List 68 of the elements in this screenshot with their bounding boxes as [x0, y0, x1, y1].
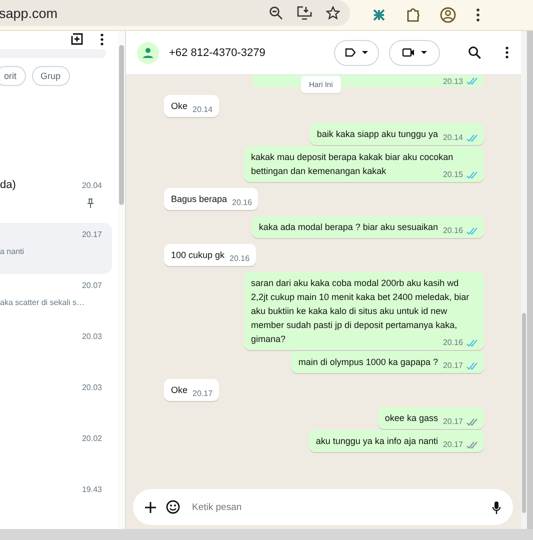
chat-time: 20.02 — [82, 434, 102, 443]
message-bubble: Oke 20.17 — [164, 379, 219, 401]
video-camera-icon — [402, 48, 415, 57]
chat-preview: aka scatter di sekali s… — [0, 298, 84, 306]
menu-icon[interactable] — [100, 32, 104, 46]
message-field[interactable]: Ketik pesan — [133, 489, 513, 525]
message-time: 20.14 — [442, 132, 463, 144]
message-time: 20.16 — [230, 253, 250, 265]
filter-chip[interactable]: orit — [0, 66, 26, 86]
menu-icon[interactable] — [476, 8, 480, 22]
message-time: 20.14 — [192, 104, 213, 116]
message-bubble: 100 cukup gk 20.16 — [164, 244, 256, 266]
new-chat-icon[interactable] — [70, 32, 84, 46]
chat-time: 20.17 — [82, 230, 102, 239]
message-bubble: Bagus berapa 20.16 — [164, 188, 258, 210]
filter-chip[interactable]: Grup — [32, 66, 70, 86]
label-button[interactable] — [334, 40, 379, 66]
chat-title: da) — [0, 179, 16, 191]
message-bubble: aku tunggu ya ka info aja nanti 20.17 — [308, 430, 484, 452]
scrollbar-thumb[interactable] — [119, 45, 124, 205]
message-input[interactable]: Ketik pesan — [190, 500, 482, 514]
message-time: 20.16 — [232, 197, 252, 209]
chat-time: 20.03 — [82, 383, 102, 392]
sticker-icon[interactable] — [166, 500, 180, 514]
message-time: 20.17 — [442, 416, 463, 428]
chat-list-item[interactable]: 20.17 a nanti — [0, 223, 112, 274]
message-bubble: kaka ada modal berapa ? biar aku sesuaikan 20.16 — [252, 216, 484, 238]
message-time: 20.17 — [442, 439, 463, 451]
message-bubble: okee ka gass 20.17 — [378, 407, 484, 429]
menu-icon[interactable] — [505, 46, 509, 59]
chat-time: 20.07 — [82, 281, 102, 290]
scrollbar-thumb[interactable] — [522, 313, 526, 513]
caret-icon — [362, 50, 368, 54]
avatar[interactable] — [137, 42, 159, 64]
star-icon[interactable] — [326, 6, 340, 20]
message-time: 20.17 — [192, 388, 213, 400]
chat-list-item[interactable]: 20.02 — [0, 427, 112, 478]
message-bubble: baik kaka siapp aku tunggu ya 20.14 — [310, 123, 484, 145]
caret-icon — [421, 50, 427, 54]
message-time: 20.15 — [442, 169, 463, 181]
message-time: 20.17 — [442, 360, 463, 372]
message-time: 20.16 — [442, 337, 463, 349]
chat-preview: a nanti — [0, 246, 24, 256]
chat-list-item[interactable]: 20.07 aka scatter di sekali s… — [0, 274, 112, 325]
chat-list-item[interactable]: 20.03 — [0, 325, 112, 376]
zoom-out-icon[interactable] — [269, 6, 283, 20]
install-icon[interactable] — [297, 6, 312, 20]
chat-list-item[interactable]: da) 20.04 — [0, 172, 112, 223]
chat-time: 19.43 — [82, 485, 102, 494]
message-time: 20.13 — [442, 76, 463, 86]
chat-list-item[interactable]: 19.43 — [0, 478, 112, 529]
message-bubble: main di olympus 1000 ka gapapa ? 20.17 — [291, 351, 484, 373]
message-bubble: saran dari aku kaka coba modal 200rb aku kasih wd 2,2jt cukup main 10 menit kaka bet 2400 meledak, biar aku buktiin ke kaka kalo di situs aku untuk id new member sudah pasti jp di deposit pertamanya kaka, gimana? 20.16 — [244, 272, 484, 350]
contact-name[interactable]: +62 812-4370-3279 — [169, 46, 324, 58]
extension-icon[interactable] — [372, 8, 386, 22]
message-time: 20.16 — [442, 225, 463, 237]
label-icon — [345, 48, 356, 57]
microphone-icon[interactable] — [492, 500, 501, 514]
chat-list-item[interactable]: 20.03 — [0, 376, 112, 427]
message-bubble: kakak mau deposit berapa kakak biar aku cocokan bettingan dan kemenangan kakak 20.15 — [244, 146, 484, 182]
search-icon[interactable] — [468, 46, 481, 59]
chat-time: 20.03 — [82, 332, 102, 341]
plus-icon[interactable] — [145, 502, 156, 512]
chat-time: 20.04 — [82, 180, 102, 190]
profile-icon[interactable] — [440, 7, 456, 23]
video-call-button[interactable] — [389, 40, 440, 66]
message-bubble: Oke 20.14 — [164, 95, 219, 117]
puzzle-icon[interactable] — [406, 8, 420, 22]
